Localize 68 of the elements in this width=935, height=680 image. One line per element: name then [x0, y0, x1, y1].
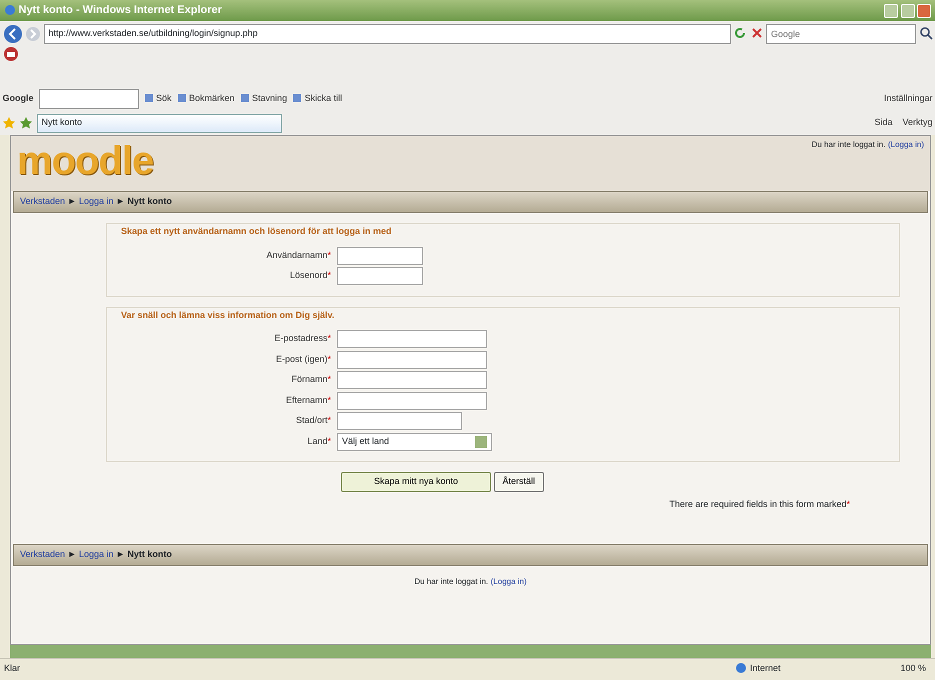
toolbar-icon[interactable] [2, 46, 18, 62]
maximize-button[interactable] [900, 4, 914, 18]
zoom-level[interactable]: 100 % [900, 662, 926, 676]
minimize-button[interactable] [884, 4, 898, 18]
toolbar-item-icon [144, 93, 154, 104]
submit-button[interactable]: Skapa mitt nya konto [341, 472, 491, 492]
country-select[interactable]: Välj ett land [337, 432, 492, 450]
field-label: Stad/ort* [294, 414, 332, 428]
forward-icon[interactable] [25, 26, 41, 42]
breadcrumb-link[interactable]: Verkstaden [20, 195, 66, 209]
login-link[interactable]: (Logga in) [888, 138, 924, 191]
back-icon[interactable] [2, 24, 22, 44]
toolbar-item-icon [292, 93, 302, 104]
zone-text: Internet [750, 662, 780, 675]
toolbar-menu[interactable]: Bokmärken [176, 92, 235, 106]
toolbar-menu[interactable]: Stavning [240, 92, 288, 106]
status-text: Klar [4, 662, 20, 675]
input-field[interactable] [337, 330, 487, 348]
field-label: Efternamn* [284, 394, 332, 407]
input-field[interactable] [337, 350, 487, 368]
google-search-field[interactable] [38, 88, 138, 108]
login-status: Du har inte loggat in. [812, 138, 886, 151]
horizontal-scrollbar[interactable] [10, 645, 931, 658]
search-icon[interactable] [918, 26, 932, 40]
reset-button[interactable]: Återställ [494, 472, 544, 492]
window-title: Nytt konto - Windows Internet Explorer [18, 3, 222, 18]
toolbar-item-icon [240, 93, 250, 104]
toolbar-menu[interactable]: Skicka till [292, 92, 342, 106]
command-menu[interactable]: Verktyg [902, 116, 932, 130]
login-link[interactable]: (Logga in) [490, 576, 527, 588]
required-note: There are required fields in this form marked* [668, 498, 850, 511]
field-label: E-post (igen)* [274, 352, 332, 366]
globe-icon [735, 662, 748, 674]
search-field[interactable]: Google [766, 24, 916, 44]
input-field[interactable] [337, 412, 462, 430]
field-label: Förnamn* [290, 373, 332, 386]
settings-menu[interactable]: Inställningar [884, 92, 932, 106]
breadcrumb-separator: ► [116, 548, 125, 561]
field-label: Användarnamn* [265, 248, 332, 262]
breadcrumb-separator: ► [68, 548, 76, 561]
moodle-logo: moodle [17, 138, 154, 185]
input-field[interactable] [337, 392, 487, 410]
toolbar-item-icon [176, 93, 187, 104]
login-status: Du har inte loggat in. [414, 576, 488, 588]
address-field[interactable]: http://www.verkstaden.se/utbildning/login/signup.php [44, 24, 730, 44]
breadcrumb-current: Nytt konto [127, 195, 172, 208]
add-favorite-icon[interactable] [20, 116, 32, 129]
toolbar-menu[interactable]: Sök [144, 92, 172, 106]
command-menu[interactable]: Sida [874, 116, 892, 130]
breadcrumb-separator: ► [116, 195, 125, 208]
breadcrumb-link[interactable]: Logga in [78, 195, 114, 209]
browser-icon [4, 4, 16, 16]
breadcrumb-current: Nytt konto [127, 548, 172, 561]
field-label: Lösenord* [288, 269, 332, 282]
breadcrumb-separator: ► [68, 195, 76, 208]
field-label: E-postadress* [273, 332, 332, 346]
stop-icon[interactable] [750, 26, 764, 40]
refresh-icon[interactable] [733, 26, 747, 40]
input-field[interactable] [337, 267, 423, 285]
input-field[interactable] [337, 371, 487, 389]
google-logo: Google [2, 92, 34, 105]
field-label: Land* [306, 434, 332, 448]
input-field[interactable] [337, 246, 423, 264]
breadcrumb-link[interactable]: Verkstaden [20, 548, 66, 562]
favorites-star-icon[interactable] [2, 116, 14, 129]
close-button[interactable] [917, 4, 931, 18]
breadcrumb-link[interactable]: Logga in [78, 548, 114, 562]
browser-tab[interactable]: Nytt konto [36, 114, 282, 132]
